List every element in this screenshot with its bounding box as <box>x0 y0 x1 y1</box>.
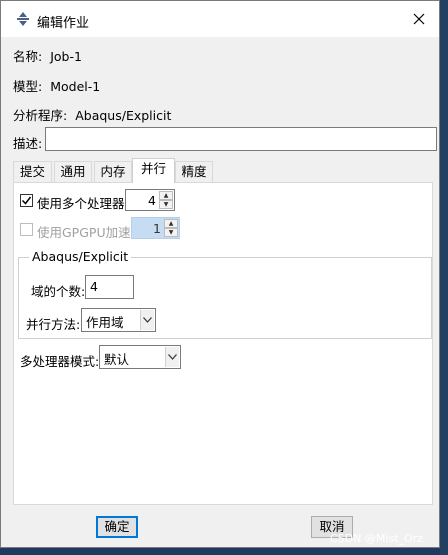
model-row: 模型: Model-1 <box>13 76 100 95</box>
dialog-title: 编辑作业 <box>37 16 90 31</box>
program-row: 分析程序: Abaqus/Explicit <box>13 105 171 124</box>
mp-mode-dropdown[interactable]: 默认 <box>99 345 181 369</box>
gpgpu-count-arrows: ▲ ▼ <box>164 219 178 237</box>
spin-up-icon[interactable]: ▲ <box>164 219 178 228</box>
model-label: 模型: <box>13 79 43 94</box>
gpgpu-count-spinner[interactable]: 1 ▲ ▼ <box>131 217 180 239</box>
chevron-down-icon <box>140 310 154 330</box>
abaqus-app-icon <box>15 11 31 27</box>
explicit-group-title: Abaqus/Explicit <box>29 249 132 264</box>
cpu-count-arrows: ▲ ▼ <box>159 191 173 209</box>
tab-submit[interactable]: 提交 <box>13 161 52 182</box>
cpu-count-value: 4 <box>148 193 156 208</box>
checkmark-icon <box>21 196 32 205</box>
spin-down-icon[interactable]: ▼ <box>159 200 173 209</box>
tab-parallel[interactable]: 并行 <box>132 158 175 183</box>
title-bar: 编辑作业 <box>1 1 439 37</box>
watermark: CSDN @Mist_Orz <box>330 532 423 545</box>
tab-general[interactable]: 通用 <box>54 161 92 182</box>
program-label: 分析程序: <box>13 108 68 123</box>
description-label: 描述: <box>13 136 43 151</box>
close-icon <box>413 13 425 28</box>
tab-memory[interactable]: 内存 <box>94 161 132 182</box>
method-label: 并行方法: <box>26 317 81 332</box>
model-value: Model-1 <box>50 79 101 94</box>
ok-button[interactable]: 确定 <box>96 516 138 538</box>
multi-cpu-checkbox[interactable] <box>20 194 33 207</box>
gpgpu-count-value: 1 <box>153 221 161 236</box>
job-name-row: 名称: Job-1 <box>13 46 82 65</box>
domains-input[interactable]: 4 <box>85 275 134 299</box>
gpgpu-checkbox[interactable] <box>20 223 33 236</box>
method-value: 作用域 <box>86 315 124 330</box>
tab-precision[interactable]: 精度 <box>175 161 213 182</box>
close-button[interactable] <box>407 8 431 32</box>
gpgpu-label: 使用GPGPU加速 <box>37 225 131 240</box>
domains-label: 域的个数: <box>31 284 86 299</box>
spin-up-icon[interactable]: ▲ <box>159 191 173 200</box>
edit-job-dialog: 编辑作业 名称: Job-1 模型: Model-1 分析程序: Abaqus/Exp… <box>0 0 440 548</box>
multi-cpu-label: 使用多个处理器 <box>37 196 125 211</box>
chevron-down-icon <box>165 347 179 367</box>
desktop-background <box>440 0 448 555</box>
method-dropdown[interactable]: 作用域 <box>81 308 156 332</box>
program-value: Abaqus/Explicit <box>75 108 172 123</box>
mp-mode-label: 多处理器模式: <box>20 354 100 369</box>
cpu-count-spinner[interactable]: 4 ▲ ▼ <box>125 189 175 211</box>
description-input[interactable] <box>45 127 437 151</box>
mp-mode-value: 默认 <box>104 352 130 367</box>
job-name-value: Job-1 <box>50 49 82 64</box>
spin-down-icon[interactable]: ▼ <box>164 228 178 237</box>
job-name-label: 名称: <box>13 49 43 64</box>
